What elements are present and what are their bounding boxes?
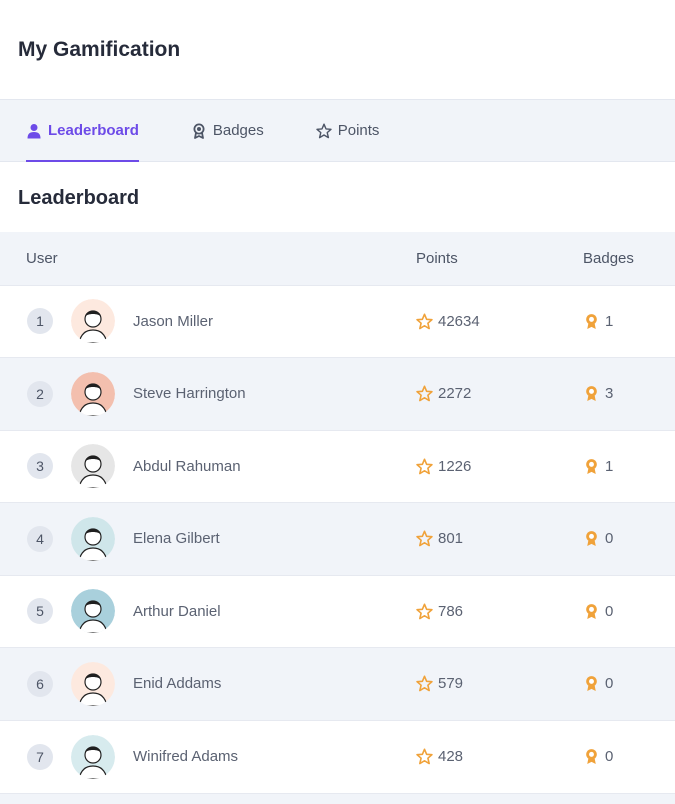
table-row[interactable]: 5 Arthur Daniel 786 0 bbox=[0, 575, 675, 648]
avatar[interactable] bbox=[71, 589, 115, 634]
badges-cell: 0 bbox=[582, 648, 675, 721]
points-value: 1226 bbox=[438, 457, 472, 475]
rank-badge: 4 bbox=[27, 525, 53, 552]
star-icon bbox=[316, 123, 332, 139]
column-header-user[interactable]: User bbox=[0, 232, 415, 285]
user-icon bbox=[26, 123, 42, 139]
table-row[interactable]: 1 Jason Miller 42634 1 bbox=[0, 285, 675, 358]
tab-label: Leaderboard bbox=[48, 122, 139, 139]
table-row[interactable]: 6 Enid Addams 579 0 bbox=[0, 647, 675, 721]
user-name[interactable]: Arthur Daniel bbox=[133, 603, 221, 620]
tab-points[interactable]: Points bbox=[316, 100, 380, 161]
badges-count: 0 bbox=[605, 675, 614, 693]
rank-badge: 1 bbox=[27, 308, 53, 335]
points-cell: 42634 bbox=[415, 285, 582, 358]
badges-count: 3 bbox=[605, 385, 614, 403]
rank-badge: 5 bbox=[27, 598, 53, 625]
user-cell: 4 Elena Gilbert bbox=[0, 503, 415, 576]
badges-count: 0 bbox=[605, 748, 614, 765]
section-title: Leaderboard bbox=[18, 187, 140, 209]
award-icon bbox=[583, 748, 600, 765]
star-icon bbox=[416, 748, 433, 765]
app-header: My Gamification bbox=[0, 0, 675, 100]
tab-leaderboard[interactable]: Leaderboard bbox=[26, 100, 139, 162]
rank-badge: 3 bbox=[27, 453, 53, 480]
badges-count: 1 bbox=[605, 312, 614, 330]
tab-label: Points bbox=[337, 122, 380, 139]
points-cell: 428 bbox=[415, 720, 582, 793]
table-header-row: User Points Badges bbox=[0, 232, 675, 285]
table-row[interactable]: 2 Steve Harrington 2272 3 bbox=[0, 357, 675, 431]
points-cell: 579 bbox=[415, 648, 582, 721]
column-header-points[interactable]: Points bbox=[415, 232, 582, 285]
avatar[interactable] bbox=[71, 516, 115, 561]
leaderboard-table: User Points Badges 1 Jason Miller 42634 1 2 S… bbox=[0, 232, 675, 793]
tab-bar: Leaderboard Badges Points bbox=[0, 100, 675, 162]
rank-badge: 6 bbox=[27, 670, 53, 697]
table-row[interactable]: 4 Elena Gilbert 801 0 bbox=[0, 502, 675, 576]
table-row[interactable]: 7 Winifred Adams 428 0 bbox=[0, 720, 675, 793]
table-footer-strip bbox=[0, 792, 675, 804]
user-cell: 3 Abdul Rahuman bbox=[0, 430, 415, 503]
column-header-badges[interactable]: Badges bbox=[582, 232, 675, 285]
user-name[interactable]: Abdul Rahuman bbox=[133, 458, 241, 475]
avatar[interactable] bbox=[71, 299, 115, 344]
points-value: 786 bbox=[438, 602, 464, 620]
badges-count: 0 bbox=[605, 602, 614, 620]
star-icon bbox=[416, 530, 433, 547]
user-name[interactable]: Winifred Adams bbox=[133, 748, 238, 765]
award-icon bbox=[583, 530, 600, 547]
rank-badge: 2 bbox=[27, 380, 53, 407]
user-cell: 2 Steve Harrington bbox=[0, 358, 415, 431]
badges-cell: 1 bbox=[582, 285, 675, 358]
user-cell: 6 Enid Addams bbox=[0, 648, 415, 721]
tab-badges[interactable]: Badges bbox=[191, 100, 264, 161]
star-icon bbox=[416, 458, 433, 475]
user-cell: 1 Jason Miller bbox=[0, 285, 415, 358]
avatar[interactable] bbox=[71, 371, 115, 416]
points-value: 2272 bbox=[438, 385, 472, 403]
award-icon bbox=[583, 385, 600, 402]
badges-count: 0 bbox=[605, 530, 614, 548]
points-cell: 786 bbox=[415, 575, 582, 648]
points-cell: 2272 bbox=[415, 358, 582, 431]
points-value: 428 bbox=[438, 748, 464, 765]
user-name[interactable]: Enid Addams bbox=[133, 675, 221, 692]
badges-cell: 1 bbox=[582, 430, 675, 503]
award-icon bbox=[583, 603, 600, 620]
user-name[interactable]: Steve Harrington bbox=[133, 385, 246, 402]
award-icon bbox=[583, 675, 600, 692]
avatar[interactable] bbox=[71, 661, 115, 706]
star-icon bbox=[416, 385, 433, 402]
award-icon bbox=[583, 458, 600, 475]
star-icon bbox=[416, 603, 433, 620]
user-cell: 5 Arthur Daniel bbox=[0, 575, 415, 648]
badges-cell: 0 bbox=[582, 575, 675, 648]
rank-badge: 7 bbox=[27, 743, 53, 770]
user-name[interactable]: Elena Gilbert bbox=[133, 530, 220, 547]
user-name[interactable]: Jason Miller bbox=[133, 313, 213, 330]
award-icon bbox=[191, 123, 207, 139]
points-value: 579 bbox=[438, 675, 464, 693]
tab-label: Badges bbox=[212, 122, 264, 139]
user-cell: 7 Winifred Adams bbox=[0, 720, 415, 793]
page-title: My Gamification bbox=[18, 37, 181, 61]
award-icon bbox=[583, 313, 600, 330]
points-value: 801 bbox=[438, 530, 464, 548]
star-icon bbox=[416, 313, 433, 330]
star-icon bbox=[416, 675, 433, 692]
points-cell: 801 bbox=[415, 503, 582, 576]
avatar[interactable] bbox=[71, 444, 115, 489]
badges-cell: 0 bbox=[582, 503, 675, 576]
table-row[interactable]: 3 Abdul Rahuman 1226 1 bbox=[0, 430, 675, 503]
avatar[interactable] bbox=[71, 734, 115, 779]
badges-cell: 3 bbox=[582, 358, 675, 431]
points-cell: 1226 bbox=[415, 430, 582, 503]
badges-count: 1 bbox=[605, 457, 614, 475]
badges-cell: 0 bbox=[582, 720, 675, 793]
points-value: 42634 bbox=[438, 312, 480, 330]
